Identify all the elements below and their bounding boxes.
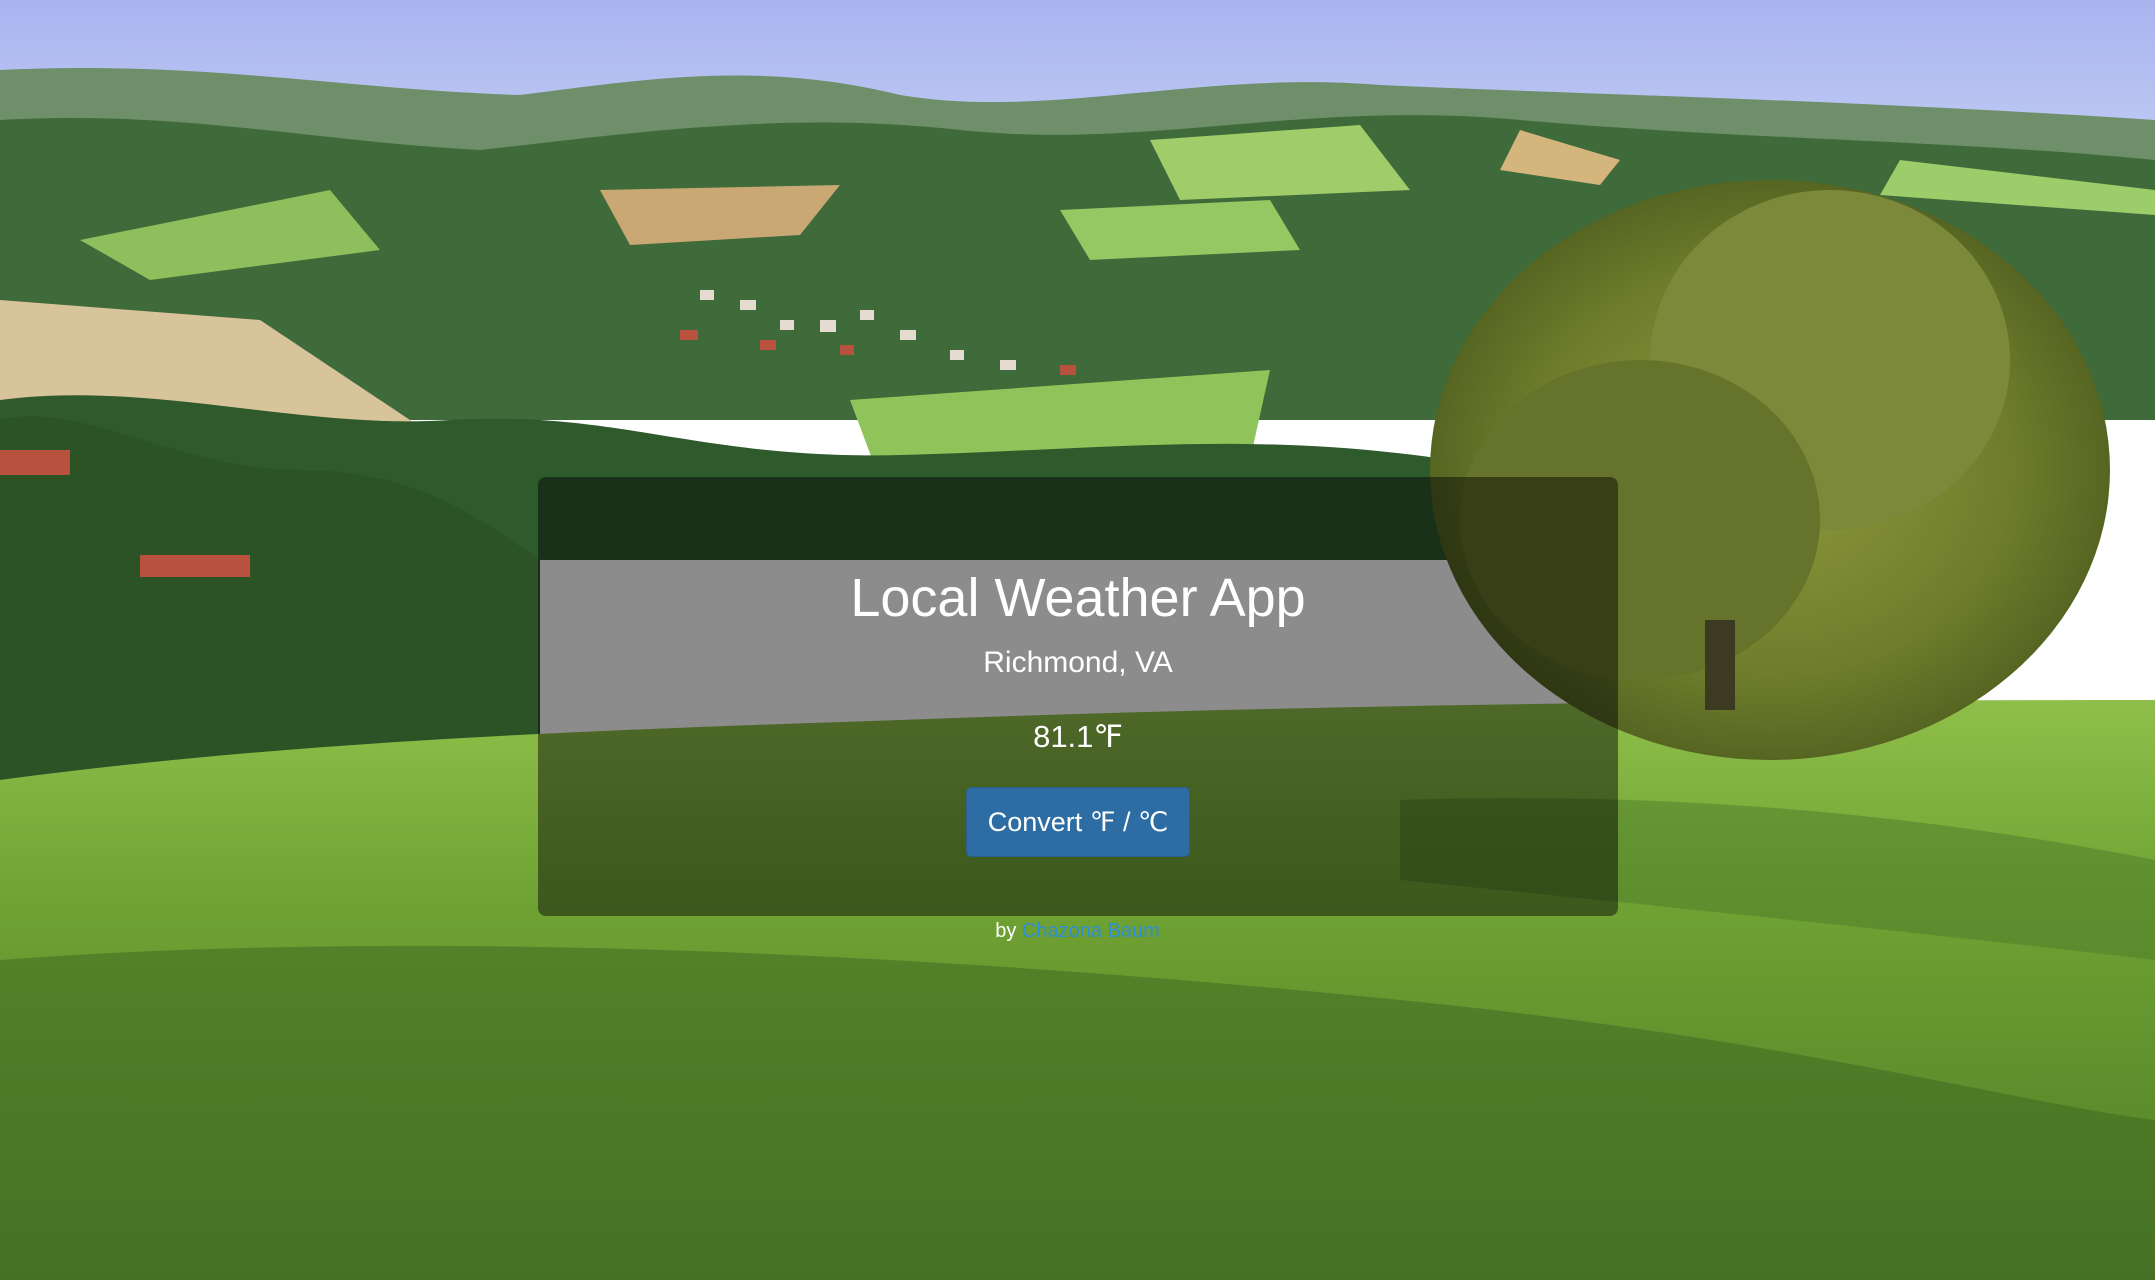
temperature-value: 81.1℉ bbox=[1033, 719, 1123, 754]
weather-card: Local Weather App Richmond, VA 81.1℉ Con… bbox=[538, 477, 1618, 916]
footer-by-text: by bbox=[995, 920, 1017, 942]
author-link[interactable]: Chazona Baum bbox=[1022, 920, 1160, 942]
convert-units-button[interactable]: Convert ℉ / ℃ bbox=[966, 787, 1190, 857]
page-title: Local Weather App bbox=[850, 568, 1306, 628]
location-label: Richmond, VA bbox=[983, 646, 1173, 679]
footer-credit: by Chazona Baum bbox=[0, 920, 2155, 943]
